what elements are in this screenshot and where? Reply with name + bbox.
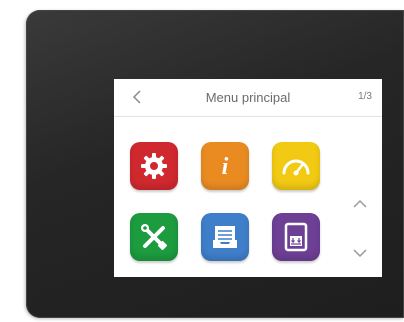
unit-display-icon [284,222,308,252]
inbox-tray-icon [213,226,237,248]
info-icon: i [222,154,229,180]
scroll-up-icon[interactable] [352,198,368,210]
device-frame: Menu principal 1/3 i [26,10,404,318]
screen-header: Menu principal 1/3 [114,79,382,117]
settings-gear-icon [141,153,167,179]
inbox-button[interactable] [201,213,249,261]
tools-button[interactable] [130,213,178,261]
page-title: Menu principal [205,90,291,105]
touch-screen: Menu principal 1/3 i [114,79,382,277]
page-indicator: 1/3 [358,91,372,102]
settings-button[interactable] [130,142,178,190]
info-button[interactable]: i [201,142,249,190]
tools-icon [141,224,168,251]
scroll-down-icon[interactable] [352,247,368,259]
unit-display-button[interactable] [272,213,320,261]
svg-text:i: i [222,154,229,180]
gauge-button[interactable] [272,142,320,190]
back-arrow-icon[interactable] [130,89,144,105]
gauge-icon [282,159,310,176]
